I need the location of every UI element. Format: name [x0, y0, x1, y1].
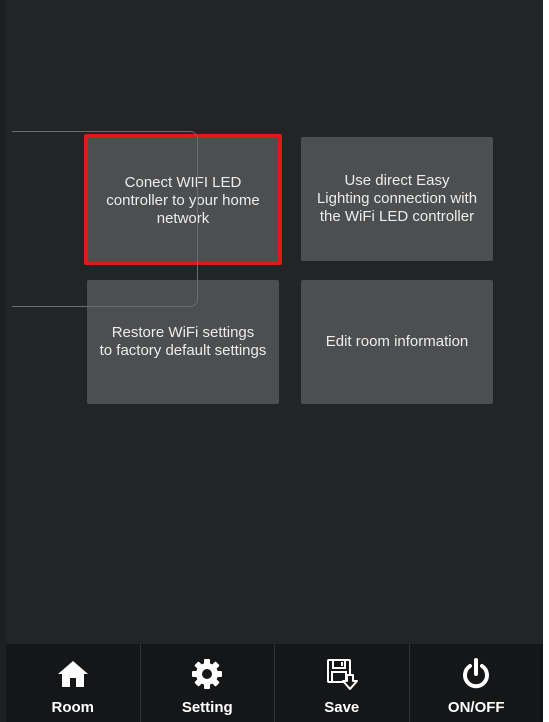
direct-easy-lighting-label: Use direct Easy Lighting connection with… [316, 172, 478, 225]
setting-button-label: Setting [181, 699, 233, 716]
save-button[interactable]: Save [275, 644, 410, 722]
save-icon [325, 655, 359, 693]
direct-easy-lighting-tile[interactable]: Use direct Easy Lighting connection with… [301, 137, 493, 261]
connect-wifi-home-network-tile[interactable]: Conect WIFI LED controller to your home … [84, 134, 282, 265]
restore-factory-settings-label: Restore WiFi settings to factory default… [99, 324, 267, 359]
room-button-label: Room [51, 699, 95, 716]
power-button[interactable]: ON/OFF [410, 644, 544, 722]
setting-button[interactable]: Setting [141, 644, 275, 722]
restore-factory-settings-tile[interactable]: Restore WiFi settings to factory default… [87, 280, 279, 404]
room-button[interactable]: Room [6, 644, 141, 722]
bottom-toolbar: Room Setting Save ON/OFF [6, 644, 543, 722]
power-icon [459, 655, 493, 693]
connect-wifi-home-network-label: Conect WIFI LED controller to your home … [106, 173, 260, 227]
settings-screen: Conect WIFI LED controller to your home … [0, 0, 543, 722]
edit-room-information-tile[interactable]: Edit room information [301, 280, 493, 404]
power-button-label: ON/OFF [447, 699, 505, 716]
save-button-label: Save [324, 699, 360, 716]
gear-icon [190, 655, 224, 693]
edit-room-information-label: Edit room information [325, 333, 469, 350]
home-icon [56, 655, 90, 693]
